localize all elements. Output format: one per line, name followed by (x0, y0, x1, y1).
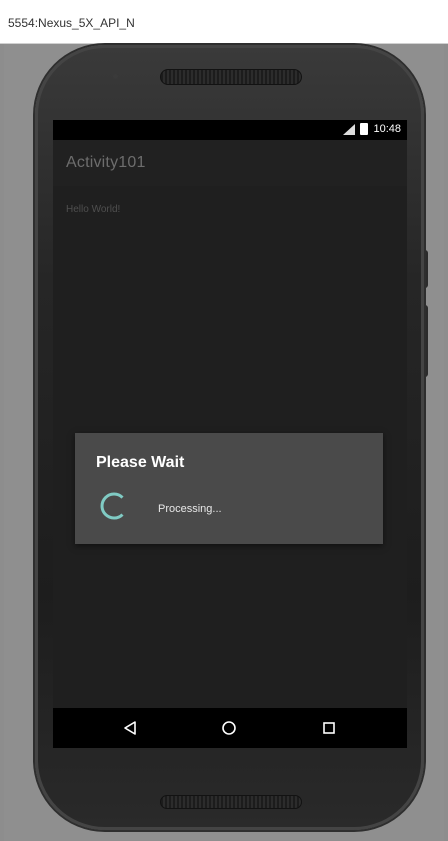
device-screen: 10:48 Activity101 Hello World! Please Wa… (53, 120, 407, 748)
activity-content: Hello World! Please Wait Processing... (53, 186, 407, 708)
hello-text: Hello World! (66, 204, 121, 215)
status-icons: 10:48 (343, 123, 401, 135)
status-bar: 10:48 (53, 120, 407, 140)
home-icon (222, 721, 236, 735)
emulator-window: 5554:Nexus_5X_API_N 10:48 Activity101 He… (0, 0, 448, 841)
back-button[interactable] (118, 716, 142, 740)
camera-icon (113, 74, 118, 79)
back-icon (124, 721, 136, 735)
dialog-title: Please Wait (96, 454, 185, 471)
recents-button[interactable] (317, 716, 341, 740)
battery-icon (360, 123, 369, 135)
home-button[interactable] (217, 716, 241, 740)
app-title: Activity101 (66, 154, 146, 171)
bottom-speaker (160, 795, 302, 809)
top-speaker (160, 69, 302, 85)
dialog-message: Processing... (158, 503, 222, 515)
status-time: 10:48 (373, 123, 401, 135)
recents-icon (323, 722, 335, 734)
action-bar: Activity101 (53, 140, 407, 186)
signal-icon (343, 123, 356, 135)
progress-dialog: Please Wait Processing... (75, 433, 383, 544)
navigation-bar (53, 708, 407, 748)
window-title: 5554:Nexus_5X_API_N (8, 16, 135, 30)
progress-spinner-icon (100, 492, 124, 520)
window-titlebar[interactable]: 5554:Nexus_5X_API_N (0, 0, 448, 44)
